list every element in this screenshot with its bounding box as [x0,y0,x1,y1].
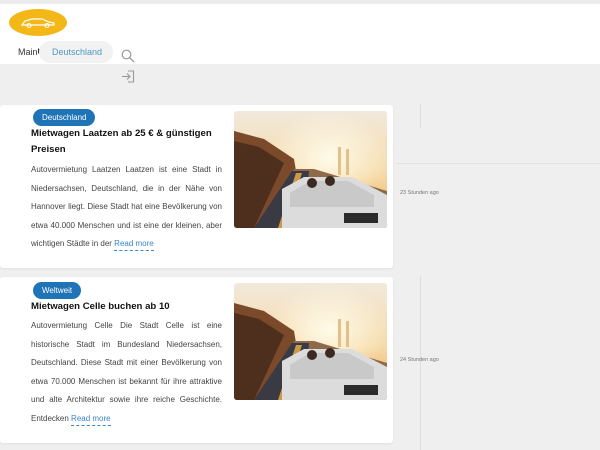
category-badge[interactable]: Weltweit [33,282,82,299]
article-image[interactable] [234,283,387,400]
divider-line [395,163,600,164]
article-title[interactable]: Mietwagen Laatzen ab 25 € & günstigen Pr… [31,126,221,158]
category-badge[interactable]: Deutschland [33,109,96,126]
article-excerpt: Autovermietung Celle Die Stadt Celle ist… [31,317,222,428]
article-excerpt: Autovermietung Laatzen Laatzen ist eine … [31,161,222,254]
car-logo[interactable] [9,9,67,36]
read-more-link[interactable]: Read more [114,239,154,251]
login-icon[interactable] [121,70,135,83]
timeline-line [420,104,421,128]
article-title[interactable]: Mietwagen Celle buchen ab 10 [31,299,221,315]
article-card[interactable]: Weltweit Mietwagen Celle buchen ab 10 Au… [0,277,393,443]
timeline-line [420,276,421,450]
article-card[interactable]: Deutschland Mietwagen Laatzen ab 25 € & … [0,105,393,268]
article-excerpt-text: Autovermietung Celle Die Stadt Celle ist… [31,321,222,423]
timestamp: 23 Stunden ago [400,190,439,196]
timestamp: 24 Stunden ago [400,357,439,363]
site-header: Main Deutschland [0,0,600,83]
nav-deutschland-link[interactable]: Deutschland [39,41,113,63]
search-icon[interactable] [121,49,135,63]
nav-main-link[interactable]: Main [18,47,38,57]
read-more-link[interactable]: Read more [71,413,111,426]
article-excerpt-text: Autovermietung Laatzen Laatzen ist eine … [31,165,222,248]
article-image[interactable] [234,111,387,228]
